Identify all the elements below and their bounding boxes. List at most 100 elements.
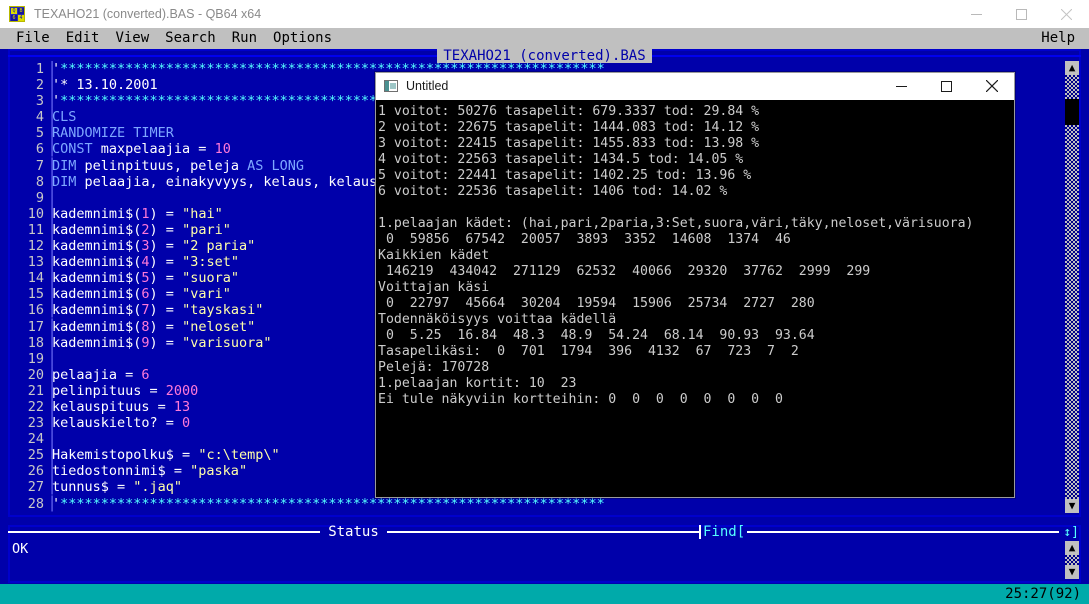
menu-item-search[interactable]: Search [165, 28, 216, 49]
status-rule-far [747, 531, 1060, 533]
menu-item-run[interactable]: Run [232, 28, 257, 49]
code-token: pelinpituus, peleja [76, 157, 248, 174]
code-token: 8 [141, 318, 150, 335]
code-token: tiedostonnimi$ = [52, 463, 191, 480]
line-number: 15 [27, 286, 44, 303]
bottom-status-bar: 25:27(92) [0, 584, 1089, 604]
code-token: tunnus$ = [52, 479, 134, 496]
console-line: 1.pelaajan kädet: (hai,pari,2paria,3:Set… [378, 216, 974, 231]
terminal-icon [384, 80, 398, 92]
code-token: kademnimi$( [52, 286, 142, 303]
menu-item-file[interactable]: File [16, 28, 50, 49]
code-token: kelauspituus = [52, 398, 174, 415]
code-token: pelaajia, einakyvyys, kelaus, kelausp [76, 173, 386, 190]
editor-rule-left [8, 55, 438, 57]
code-token: "paska" [190, 463, 248, 480]
code-token: DIM [52, 157, 77, 174]
code-token: "3:set" [182, 254, 239, 271]
line-number: 7 [35, 157, 44, 174]
status-scroll-down-icon[interactable]: ▼ [1065, 565, 1079, 579]
menu-item-edit[interactable]: Edit [66, 28, 100, 49]
window-titlebar: QB64 TEXAHO21 (converted).BAS - QB64 x64 [0, 0, 1089, 29]
qb64-icon: QB64 [9, 6, 25, 22]
console-line: 5 voitot: 22441 tasapelit: 1402.25 tod: … [378, 168, 752, 183]
line-number: 1 [35, 61, 44, 77]
code-token: ) = [149, 270, 183, 287]
minimize-icon[interactable] [954, 0, 999, 28]
code-token: "hai" [182, 205, 223, 222]
screen: QB64 TEXAHO21 (converted).BAS - QB64 x64… [0, 0, 1089, 604]
line-number: 19 [27, 350, 44, 367]
maximize-icon[interactable] [999, 0, 1044, 28]
code-token: ' [52, 61, 61, 77]
line-number: 16 [27, 302, 44, 319]
line-number: 24 [27, 431, 44, 448]
code-token: "varisuora" [182, 334, 272, 351]
editor-rule-right [651, 55, 1082, 57]
console-line: 1 voitot: 50276 tasapelit: 679.3337 tod:… [378, 104, 760, 119]
code-token: ) = [149, 238, 183, 255]
scroll-down-icon[interactable]: ▼ [1065, 499, 1079, 513]
code-token: 10 [214, 141, 231, 158]
console-window[interactable]: Untitled 1 voitot: 50276 tasapelit: 679.… [375, 72, 1015, 498]
code-token: "2 paria" [182, 238, 256, 255]
menu-item-options[interactable]: Options [273, 28, 332, 49]
console-line: 1.pelaajan kortit: 10 23 [378, 376, 577, 391]
status-scroll-up-icon[interactable]: ▲ [1065, 541, 1079, 555]
status-vertical-scrollbar[interactable]: ▲ ▼ [1065, 541, 1079, 579]
code-token: 4 [141, 254, 150, 271]
line-number: 11 [27, 221, 44, 238]
console-controls [879, 73, 1014, 99]
code-token: 6 [141, 286, 150, 303]
code-token: maxpelaajia = [92, 141, 215, 158]
gutter-divider: │ [48, 189, 57, 206]
code-token: pelinpituus = [52, 382, 166, 399]
menu-item-help[interactable]: Help [1041, 28, 1075, 49]
editor-vscroll-thumb[interactable] [1065, 99, 1079, 125]
status-label: Status [328, 524, 379, 540]
code-token: 9 [141, 334, 150, 351]
code-token: 13 [173, 398, 191, 415]
code-token: "vari" [182, 286, 231, 303]
gutter-divider: │ [48, 431, 57, 448]
line-number: 22 [27, 398, 44, 415]
code-token: DIM [52, 173, 77, 190]
line-number: 27 [27, 479, 44, 496]
console-titlebar[interactable]: Untitled [376, 73, 1014, 100]
code-token: 3 [141, 238, 150, 255]
line-number: 8 [35, 173, 44, 190]
console-close-icon[interactable] [969, 73, 1014, 99]
window-title: TEXAHO21 (converted).BAS - QB64 x64 [34, 7, 262, 21]
console-output: 1 voitot: 50276 tasapelit: 679.3337 tod:… [376, 100, 1014, 408]
find-label[interactable]: Find[ [701, 525, 747, 539]
code-token: 2000 [165, 382, 199, 399]
line-number: 21 [27, 382, 44, 399]
resize-handle-icon[interactable]: ↕] [1059, 525, 1081, 540]
close-icon[interactable] [1044, 0, 1089, 28]
menu-item-view[interactable]: View [115, 28, 149, 49]
line-number: 4 [35, 109, 44, 126]
console-line: 6 voitot: 22536 tasapelit: 1406 tod: 14.… [378, 184, 728, 199]
scroll-up-icon[interactable]: ▲ [1065, 61, 1079, 75]
console-minimize-icon[interactable] [879, 73, 924, 99]
status-message: OK [12, 541, 29, 557]
line-number: 23 [27, 415, 44, 432]
code-token: kademnimi$( [52, 254, 142, 271]
line-number: 6 [35, 141, 44, 158]
console-line: 0 59856 67542 20057 3893 3352 14608 1374… [378, 232, 791, 247]
code-token: pelaajia = [52, 366, 142, 383]
code-token: kademnimi$( [52, 221, 142, 238]
code-token: "c:\temp\" [198, 447, 280, 464]
editor-vertical-scrollbar[interactable]: ▲ ▼ [1065, 61, 1079, 513]
line-number: 17 [27, 318, 44, 335]
code-token: kademnimi$( [52, 270, 142, 287]
console-line: 4 voitot: 22563 tasapelit: 1434.5 tod: 1… [378, 152, 744, 167]
line-number: 14 [27, 270, 44, 287]
code-token: CONST [52, 141, 93, 158]
console-line: Kaikkien kädet [378, 248, 490, 263]
console-maximize-icon[interactable] [924, 73, 969, 99]
code-token: kademnimi$( [52, 205, 142, 222]
line-number: 26 [27, 463, 44, 480]
code-token: "neloset" [182, 318, 256, 335]
